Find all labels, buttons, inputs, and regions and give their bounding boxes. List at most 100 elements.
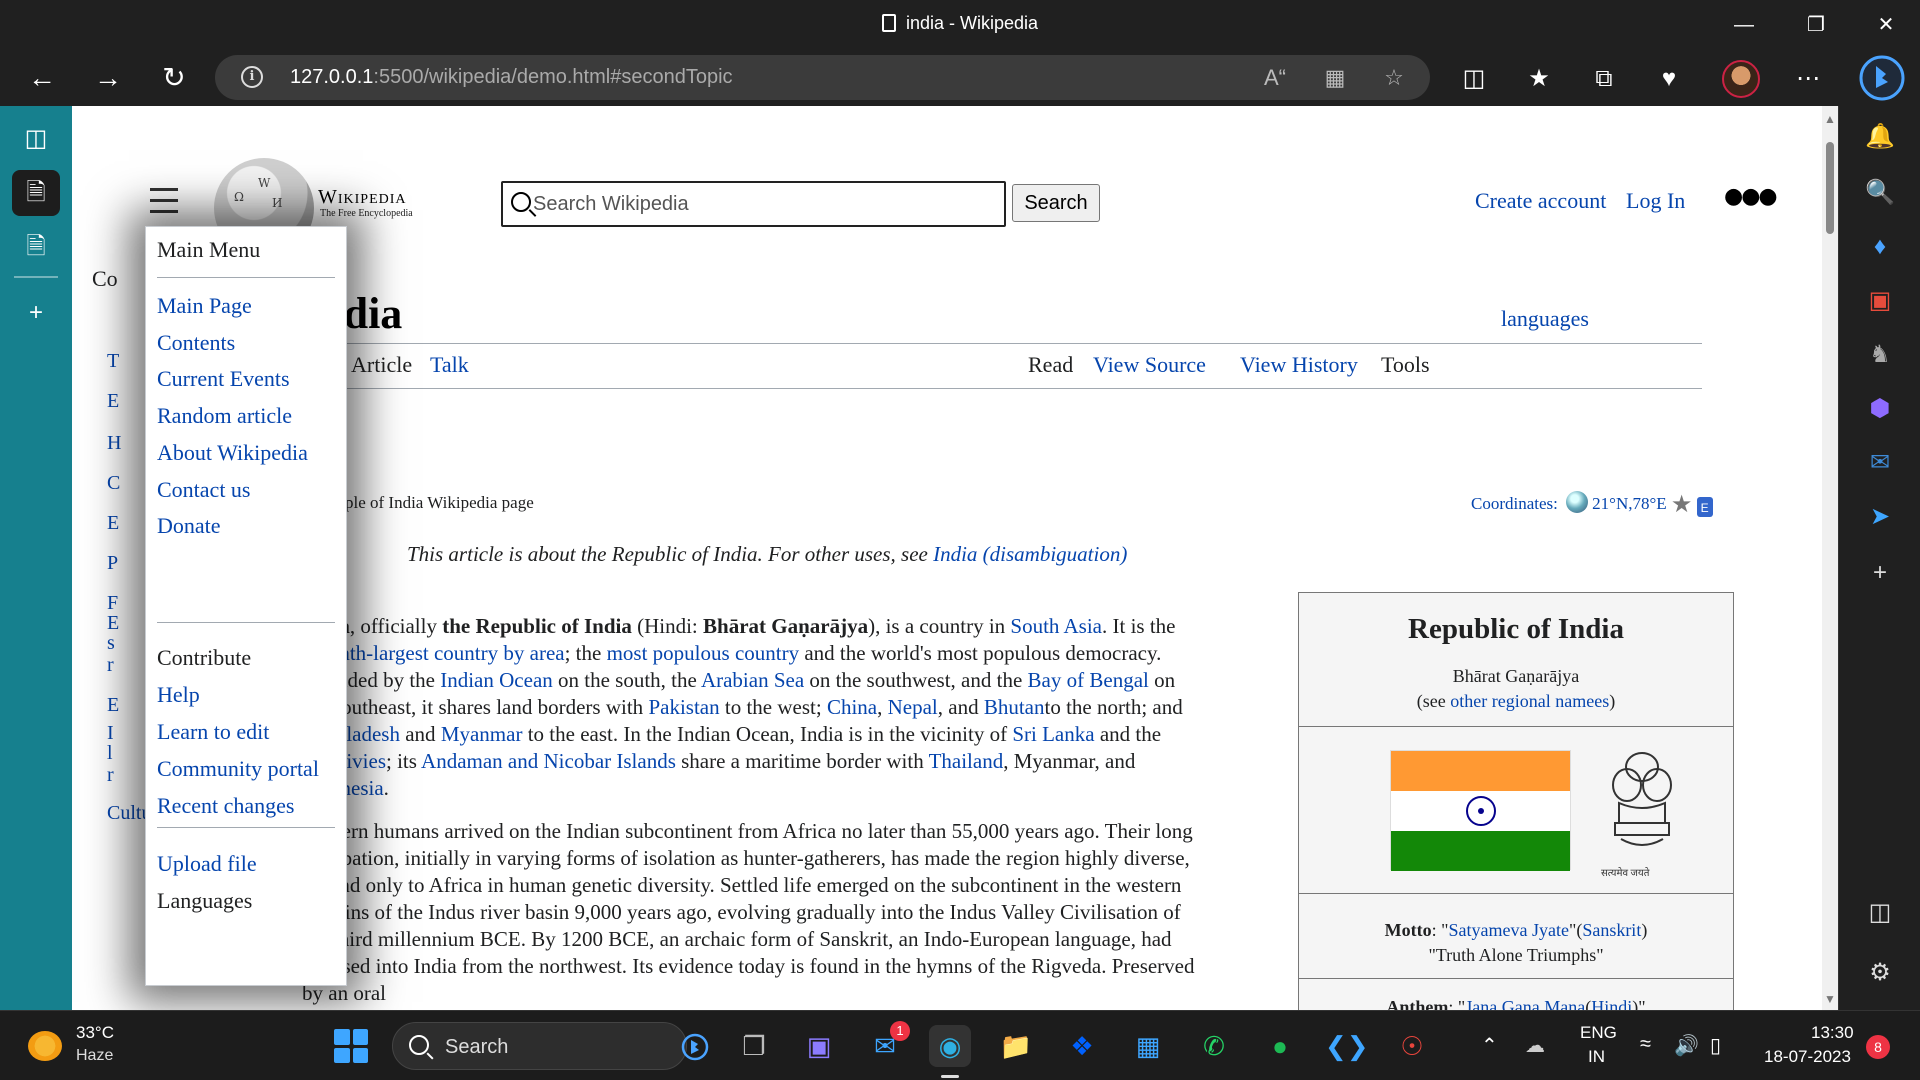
- toc-link-partial[interactable]: r: [107, 654, 114, 677]
- spotify-icon[interactable]: ●: [1259, 1025, 1301, 1067]
- new-tab-icon[interactable]: +: [12, 290, 60, 336]
- search-input[interactable]: [533, 191, 993, 217]
- collections-icon[interactable]: ⧉: [1587, 63, 1621, 95]
- wifi-icon[interactable]: ≈: [1640, 1033, 1651, 1056]
- tab-read[interactable]: Read: [1028, 352, 1073, 378]
- languages-link[interactable]: languages: [1501, 306, 1589, 332]
- toc-link-partial[interactable]: E: [107, 512, 119, 535]
- whatsapp-icon[interactable]: ✆: [1193, 1025, 1235, 1067]
- dropbox-icon[interactable]: ❖: [1061, 1025, 1103, 1067]
- menu-item-learn-to-edit[interactable]: Learn to edit: [157, 719, 269, 745]
- disambiguation-link[interactable]: India (disambiguation): [933, 542, 1127, 566]
- input-language[interactable]: ENG: [1580, 1023, 1617, 1043]
- hide-sidebar-icon[interactable]: ◫: [1863, 896, 1897, 930]
- scrollbar-thumb[interactable]: [1826, 142, 1834, 234]
- bing-copilot-icon[interactable]: [1858, 54, 1906, 102]
- back-icon[interactable]: ←: [22, 60, 62, 96]
- weather-haze-icon[interactable]: [28, 1031, 62, 1061]
- toc-link-partial[interactable]: s: [107, 632, 115, 655]
- tab-article[interactable]: Article: [351, 352, 412, 378]
- create-account-link[interactable]: Create account: [1475, 188, 1606, 214]
- menu-item-donate[interactable]: Donate: [157, 513, 221, 539]
- menu-item-random-article[interactable]: Random article: [157, 403, 292, 429]
- tab-actions-icon[interactable]: ◫: [12, 116, 60, 162]
- menu-item-upload-file[interactable]: Upload file: [157, 851, 257, 877]
- tools-briefcase-icon[interactable]: ▣: [1863, 284, 1897, 318]
- edge-browser-icon[interactable]: ◉: [929, 1025, 971, 1078]
- scroll-down-icon[interactable]: ▼: [1824, 992, 1836, 1006]
- onedrive-error-icon[interactable]: ☁: [1525, 1033, 1545, 1058]
- clock-time[interactable]: 13:30: [1811, 1023, 1854, 1043]
- drop-send-icon[interactable]: ➤: [1863, 500, 1897, 534]
- split-screen-icon[interactable]: ◫: [1457, 63, 1491, 95]
- microsoft-store-icon[interactable]: ▦: [1127, 1025, 1169, 1067]
- menu-item-contents[interactable]: Contents: [157, 330, 235, 356]
- motto-link[interactable]: Satyameva Jyate: [1449, 920, 1569, 940]
- forward-icon[interactable]: →: [88, 60, 128, 96]
- address-bar[interactable]: i 127.0.0.1:5500/wikipedia/demo.html#sec…: [215, 55, 1430, 100]
- wikipedia-wordmark[interactable]: Wikipedia: [318, 186, 407, 209]
- link-bhutan[interactable]: Bhutan: [984, 695, 1045, 719]
- toc-link-partial[interactable]: E: [107, 694, 119, 717]
- link-bay-of-bengal[interactable]: Bay of Bengal: [1028, 668, 1149, 692]
- profile-avatar[interactable]: [1722, 60, 1760, 98]
- favorite-star-icon[interactable]: ☆: [1379, 63, 1409, 93]
- read-aloud-icon[interactable]: A“: [1260, 63, 1290, 93]
- taskbar-search[interactable]: Search: [392, 1022, 709, 1070]
- link-pakistan[interactable]: Pakistan: [648, 695, 719, 719]
- tab-view-source[interactable]: View Source: [1093, 352, 1206, 378]
- link-most-populous[interactable]: most populous country: [607, 641, 800, 665]
- microsoft-365-icon[interactable]: ⬢: [1863, 392, 1897, 426]
- toc-link-partial[interactable]: E: [107, 390, 119, 413]
- vscode-icon[interactable]: ❮❯: [1325, 1025, 1369, 1067]
- input-region[interactable]: IN: [1588, 1047, 1605, 1067]
- protection-lock-icon[interactable]: E: [1696, 497, 1713, 517]
- sanskrit-link[interactable]: Sanskrit: [1582, 920, 1641, 940]
- games-chess-icon[interactable]: ♞: [1863, 338, 1897, 372]
- favorites-icon[interactable]: ★: [1522, 63, 1556, 95]
- scroll-up-icon[interactable]: ▲: [1824, 112, 1836, 126]
- link-andaman[interactable]: Andaman and Nicobar Islands: [421, 749, 676, 773]
- toc-link-partial[interactable]: l: [107, 742, 113, 765]
- refresh-icon[interactable]: ↻: [154, 60, 194, 96]
- log-in-link[interactable]: Log In: [1626, 188, 1685, 214]
- tab-current-page[interactable]: 🗎: [12, 170, 60, 216]
- tab-tools[interactable]: Tools: [1381, 352, 1430, 378]
- anthem-link[interactable]: Jana Gana Mana: [1465, 997, 1585, 1010]
- toc-link-partial[interactable]: C: [107, 472, 120, 495]
- mail-icon[interactable]: ✉ 1: [864, 1021, 910, 1067]
- more-options-icon[interactable]: ●●●: [1724, 184, 1778, 209]
- site-info-icon[interactable]: i: [241, 66, 263, 88]
- link-indian-ocean[interactable]: Indian Ocean: [440, 668, 553, 692]
- minimize-icon[interactable]: —: [1729, 10, 1759, 40]
- main-menu-toggle-icon[interactable]: [150, 188, 178, 221]
- sidebar-settings-gear-icon[interactable]: ⚙: [1863, 956, 1897, 990]
- toc-link-partial[interactable]: P: [107, 552, 118, 575]
- restore-icon[interactable]: ❐: [1801, 10, 1831, 40]
- coordinates-value[interactable]: 21°N,78°E: [1592, 494, 1667, 513]
- start-windows-icon[interactable]: [334, 1029, 368, 1063]
- menu-item-community-portal[interactable]: Community portal: [157, 756, 319, 782]
- menu-item-about-wikipedia[interactable]: About Wikipedia: [157, 440, 308, 466]
- tab-view-history[interactable]: View History: [1240, 352, 1358, 378]
- tab-talk[interactable]: Talk: [430, 352, 469, 378]
- link-myanmar[interactable]: Myanmar: [441, 722, 523, 746]
- notification-count-badge[interactable]: 8: [1866, 1035, 1890, 1059]
- link-arabian-sea[interactable]: Arabian Sea: [701, 668, 804, 692]
- link-nepal[interactable]: Nepal: [888, 695, 938, 719]
- link-south-asia[interactable]: South Asia: [1010, 614, 1102, 638]
- toc-link-partial[interactable]: H: [107, 432, 121, 455]
- teams-chat-icon[interactable]: ▣: [798, 1025, 840, 1067]
- other-regional-names-link[interactable]: other regional namees: [1450, 691, 1609, 711]
- battery-icon[interactable]: ▯: [1710, 1033, 1721, 1058]
- clock-date[interactable]: 18-07-2023: [1764, 1047, 1851, 1067]
- browser-essentials-icon[interactable]: ♥: [1652, 63, 1686, 95]
- menu-item-main-page[interactable]: Main Page: [157, 293, 252, 319]
- hindi-link[interactable]: Hindi: [1591, 997, 1632, 1010]
- weather-description[interactable]: Haze: [76, 1047, 113, 1065]
- national-emblem-icon[interactable]: [1605, 745, 1679, 860]
- toc-link-partial[interactable]: r: [107, 764, 114, 787]
- show-hidden-icons-chevron-up-icon[interactable]: ⌃: [1481, 1033, 1498, 1058]
- flag-of-india[interactable]: [1390, 750, 1571, 871]
- volume-icon[interactable]: 🔊: [1674, 1033, 1699, 1058]
